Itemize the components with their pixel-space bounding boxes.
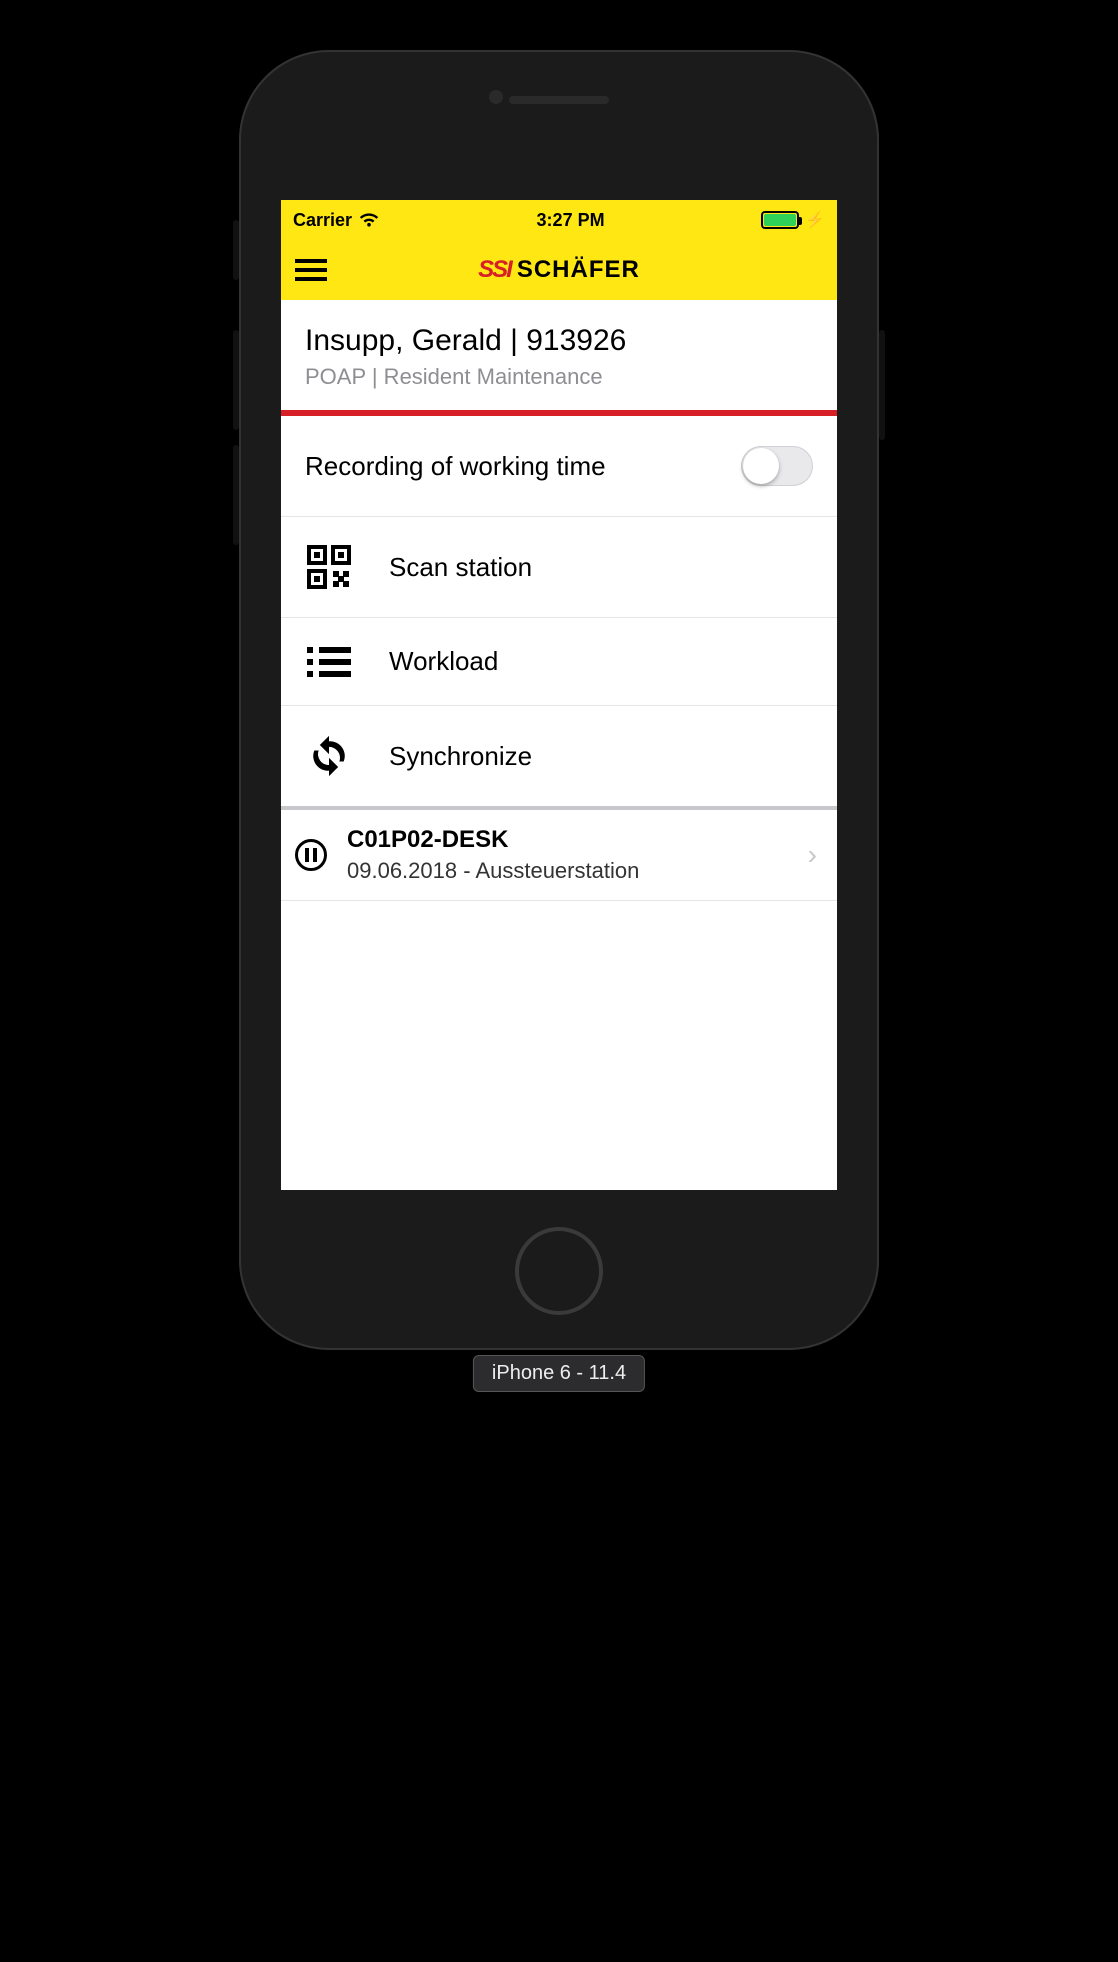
brand-logo: SSI SCHÄFER <box>478 256 640 284</box>
status-bar: Carrier 3:27 PM ⚡ <box>281 200 837 240</box>
chevron-right-icon: › <box>808 839 817 871</box>
menu-item-synchronize[interactable]: Synchronize <box>281 706 837 810</box>
app-bar: SSI SCHÄFER <box>281 240 837 300</box>
station-subtitle: 09.06.2018 - Aussteuerstation <box>347 858 788 884</box>
home-button[interactable] <box>515 1227 603 1315</box>
charging-icon: ⚡ <box>805 210 825 230</box>
screen: Carrier 3:27 PM ⚡ SSI SCHÄFER Insupp <box>281 200 837 1190</box>
menu-item-scan-station[interactable]: Scan station <box>281 517 837 618</box>
menu-button[interactable] <box>295 259 327 281</box>
pause-icon <box>295 839 327 871</box>
clock-label: 3:27 PM <box>537 210 605 231</box>
logo-part1: SSI <box>478 256 511 284</box>
working-time-row: Recording of working time <box>281 416 837 517</box>
menu-item-label: Scan station <box>389 552 532 583</box>
device-label: iPhone 6 - 11.4 <box>473 1355 645 1392</box>
list-icon <box>305 647 353 677</box>
status-left: Carrier <box>293 210 380 231</box>
side-button <box>233 220 239 280</box>
logo-part2: SCHÄFER <box>517 256 640 284</box>
side-button <box>233 330 239 430</box>
qr-icon <box>305 545 353 589</box>
menu-item-label: Workload <box>389 646 498 677</box>
carrier-label: Carrier <box>293 210 352 231</box>
user-name: Insupp, Gerald | 913926 <box>305 324 813 358</box>
working-time-label: Recording of working time <box>305 451 606 482</box>
user-role: POAP | Resident Maintenance <box>305 364 813 390</box>
status-right: ⚡ <box>761 210 825 230</box>
station-title: C01P02-DESK <box>347 826 788 854</box>
phone-chassis: Carrier 3:27 PM ⚡ SSI SCHÄFER Insupp <box>239 50 879 1350</box>
menu-item-label: Synchronize <box>389 741 532 772</box>
side-button <box>233 445 239 545</box>
working-time-toggle[interactable] <box>741 446 813 486</box>
sync-icon <box>305 734 353 778</box>
user-info: Insupp, Gerald | 913926 POAP | Resident … <box>281 300 837 416</box>
menu-item-workload[interactable]: Workload <box>281 618 837 706</box>
wifi-icon <box>358 212 380 228</box>
side-button <box>879 330 885 440</box>
menu-list: Scan station Workload <box>281 517 837 810</box>
battery-icon <box>761 211 799 229</box>
station-row[interactable]: C01P02-DESK 09.06.2018 - Aussteuerstatio… <box>281 810 837 901</box>
